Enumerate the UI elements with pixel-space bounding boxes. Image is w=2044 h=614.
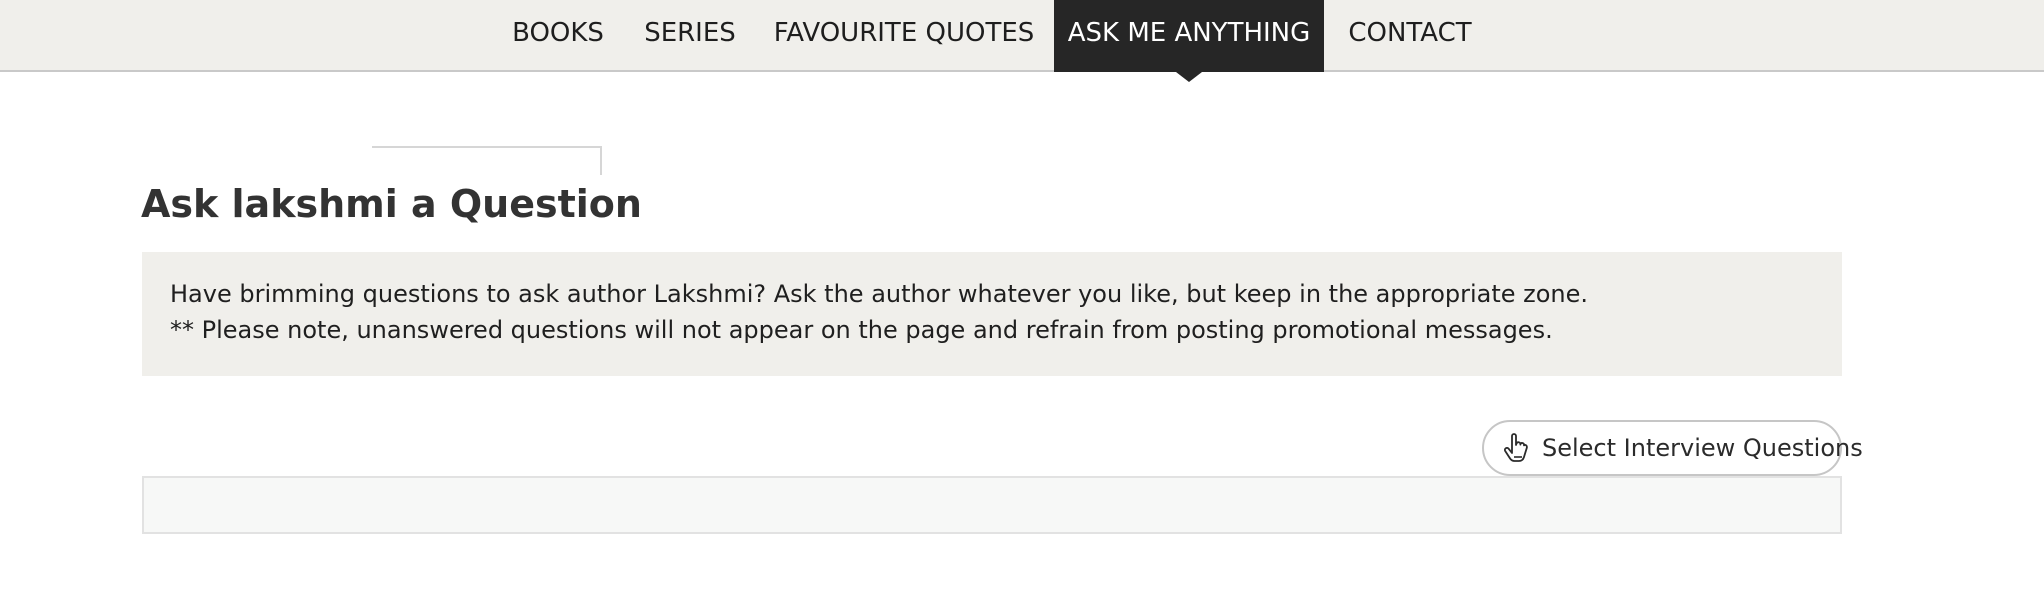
nav-item-series[interactable]: SERIES xyxy=(638,0,742,72)
nav-item-contact[interactable]: CONTACT xyxy=(1336,0,1484,72)
select-interview-questions-button[interactable]: Select Interview Questions xyxy=(1482,420,1863,476)
question-input-area[interactable] xyxy=(142,476,1842,534)
top-navigation: BOOKS SERIES FAVOURITE QUOTES ASK ME ANY… xyxy=(0,0,2044,82)
notice-line-1: Have brimming questions to ask author La… xyxy=(170,280,1589,308)
nav-item-ask-me-anything[interactable]: ASK ME ANYTHING xyxy=(1054,0,1324,82)
page-title: Ask lakshmi a Question xyxy=(141,175,646,234)
pointer-hand-icon xyxy=(1502,433,1530,463)
select-interview-questions-label: Select Interview Questions xyxy=(1542,434,1863,462)
info-notice: Have brimming questions to ask author La… xyxy=(142,252,1842,376)
nav-item-books[interactable]: BOOKS xyxy=(502,0,614,72)
notice-line-2: ** Please note, unanswered questions wil… xyxy=(170,316,1553,344)
nav-item-favourite-quotes[interactable]: FAVOURITE QUOTES xyxy=(766,0,1042,72)
